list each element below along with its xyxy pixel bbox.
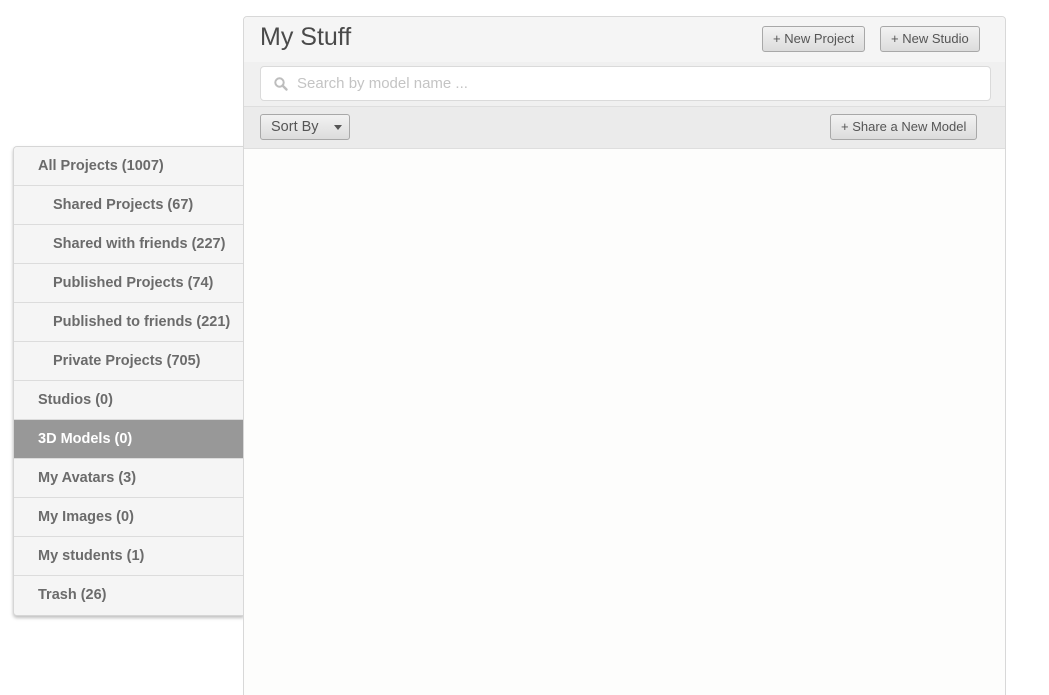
toolbar: Sort By + Share a New Model (244, 106, 1005, 149)
sidebar-item-shared-with-friends[interactable]: Shared with friends (227) (14, 225, 244, 264)
sidebar-item-private-projects[interactable]: Private Projects (705) (14, 342, 244, 381)
search-row (244, 62, 1005, 106)
sidebar-item-all-projects[interactable]: All Projects (1007) (14, 147, 244, 186)
search-icon (274, 77, 288, 91)
panel-header: My Stuff + New Project + New Studio (244, 17, 1005, 62)
search-box (260, 66, 991, 101)
new-project-button[interactable]: + New Project (762, 26, 866, 52)
sidebar-item-trash[interactable]: Trash (26) (14, 576, 244, 615)
sidebar-item-my-avatars[interactable]: My Avatars (3) (14, 459, 244, 498)
sort-by-label: Sort By (271, 119, 319, 135)
main-panel: My Stuff + New Project + New Studio Sort… (243, 16, 1006, 695)
page: All Projects (1007) Shared Projects (67)… (0, 0, 1049, 695)
sidebar-item-3d-models[interactable]: 3D Models (0) (14, 420, 244, 459)
sidebar-item-my-images[interactable]: My Images (0) (14, 498, 244, 537)
sidebar-item-published-projects[interactable]: Published Projects (74) (14, 264, 244, 303)
sort-by-dropdown[interactable]: Sort By (260, 114, 350, 140)
models-content-area (244, 149, 1005, 695)
sidebar-item-my-students[interactable]: My students (1) (14, 537, 244, 576)
search-input[interactable] (297, 67, 977, 100)
sidebar: All Projects (1007) Shared Projects (67)… (13, 146, 244, 616)
sidebar-item-shared-projects[interactable]: Shared Projects (67) (14, 186, 244, 225)
new-studio-button[interactable]: + New Studio (880, 26, 980, 52)
page-title: My Stuff (260, 23, 352, 51)
chevron-down-icon (333, 125, 342, 130)
sidebar-item-studios[interactable]: Studios (0) (14, 381, 244, 420)
sidebar-item-published-to-friends[interactable]: Published to friends (221) (14, 303, 244, 342)
share-new-model-button[interactable]: + Share a New Model (830, 114, 978, 140)
